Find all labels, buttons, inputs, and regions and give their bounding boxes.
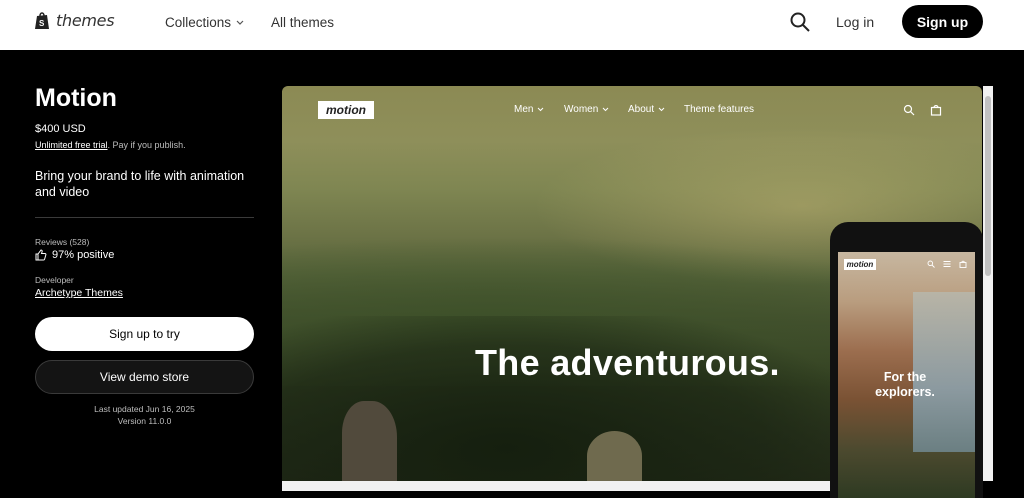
- chevron-down-icon: [538, 107, 544, 112]
- version: Version 11.0.0: [117, 416, 172, 426]
- phone-screen: motion For the explorers.: [838, 252, 975, 498]
- theme-price: $400 USD: [35, 123, 86, 135]
- chevron-down-icon: [658, 107, 665, 112]
- developer-label: Developer: [35, 275, 74, 285]
- nav-collections[interactable]: Collections: [165, 15, 244, 30]
- reviews-label[interactable]: Reviews (528): [35, 237, 89, 247]
- search-icon[interactable]: [903, 104, 915, 116]
- preview-nav-men[interactable]: Men: [514, 104, 544, 115]
- cart-icon[interactable]: [959, 260, 967, 268]
- logo-text: themes: [56, 10, 115, 30]
- preview-nav-label: Theme features: [684, 104, 755, 115]
- phone-headline: For the explorers.: [875, 370, 935, 399]
- search-icon[interactable]: [927, 260, 935, 268]
- preview-scrollbar[interactable]: [983, 86, 993, 481]
- trial-text: Unlimited free trial. Pay if you publish…: [35, 140, 186, 150]
- search-icon[interactable]: [789, 11, 811, 33]
- svg-text:S: S: [39, 19, 45, 28]
- preview-rock: [342, 401, 397, 481]
- nav-all-themes-label: All themes: [271, 15, 335, 30]
- theme-description: Bring your brand to life with animation …: [35, 169, 245, 199]
- phone-logo[interactable]: motion: [844, 259, 876, 270]
- mobile-preview[interactable]: motion For the explorers.: [830, 222, 983, 498]
- developer-link[interactable]: Archetype Themes: [35, 287, 123, 299]
- view-demo-store-button[interactable]: View demo store: [35, 360, 254, 394]
- divider: [35, 217, 254, 218]
- chevron-down-icon: [602, 107, 609, 112]
- theme-title: Motion: [35, 84, 117, 112]
- login-link[interactable]: Log in: [836, 14, 874, 30]
- themes-logo[interactable]: S themes: [34, 10, 115, 30]
- update-info: Last updated Jun 16, 2025 Version 11.0.0: [35, 403, 254, 427]
- preview-nav-label: Women: [564, 104, 599, 115]
- preview-nav-women[interactable]: Women: [564, 104, 609, 115]
- cart-icon[interactable]: [930, 104, 942, 116]
- menu-icon[interactable]: [943, 260, 951, 268]
- positive-text: 97% positive: [52, 249, 115, 261]
- sign-up-to-try-button[interactable]: Sign up to try: [35, 317, 254, 351]
- nav-all-themes[interactable]: All themes: [271, 15, 334, 30]
- chevron-down-icon: [236, 20, 244, 25]
- trial-link[interactable]: Unlimited free trial: [35, 140, 108, 150]
- reviews-positive: 97% positive: [35, 249, 114, 261]
- preview-nav-label: About: [628, 104, 655, 115]
- last-updated: Last updated Jun 16, 2025: [94, 404, 195, 414]
- shopify-bag-icon: S: [35, 12, 49, 29]
- nav-collections-label: Collections: [165, 15, 232, 30]
- preview-headline: The adventurous.: [475, 342, 780, 383]
- signup-button[interactable]: Sign up: [902, 5, 983, 38]
- preview-nav-theme-features[interactable]: Theme features: [684, 104, 754, 115]
- top-navigation: S themes Collections All themes Log in S…: [0, 0, 1024, 50]
- trial-suffix: . Pay if you publish.: [107, 140, 186, 150]
- preview-rock: [587, 431, 642, 481]
- preview-nav-label: Men: [514, 104, 534, 115]
- preview-logo[interactable]: motion: [318, 101, 374, 119]
- preview-nav-about[interactable]: About: [628, 104, 665, 115]
- thumbs-up-icon: [35, 249, 47, 261]
- scrollbar-thumb[interactable]: [985, 96, 991, 276]
